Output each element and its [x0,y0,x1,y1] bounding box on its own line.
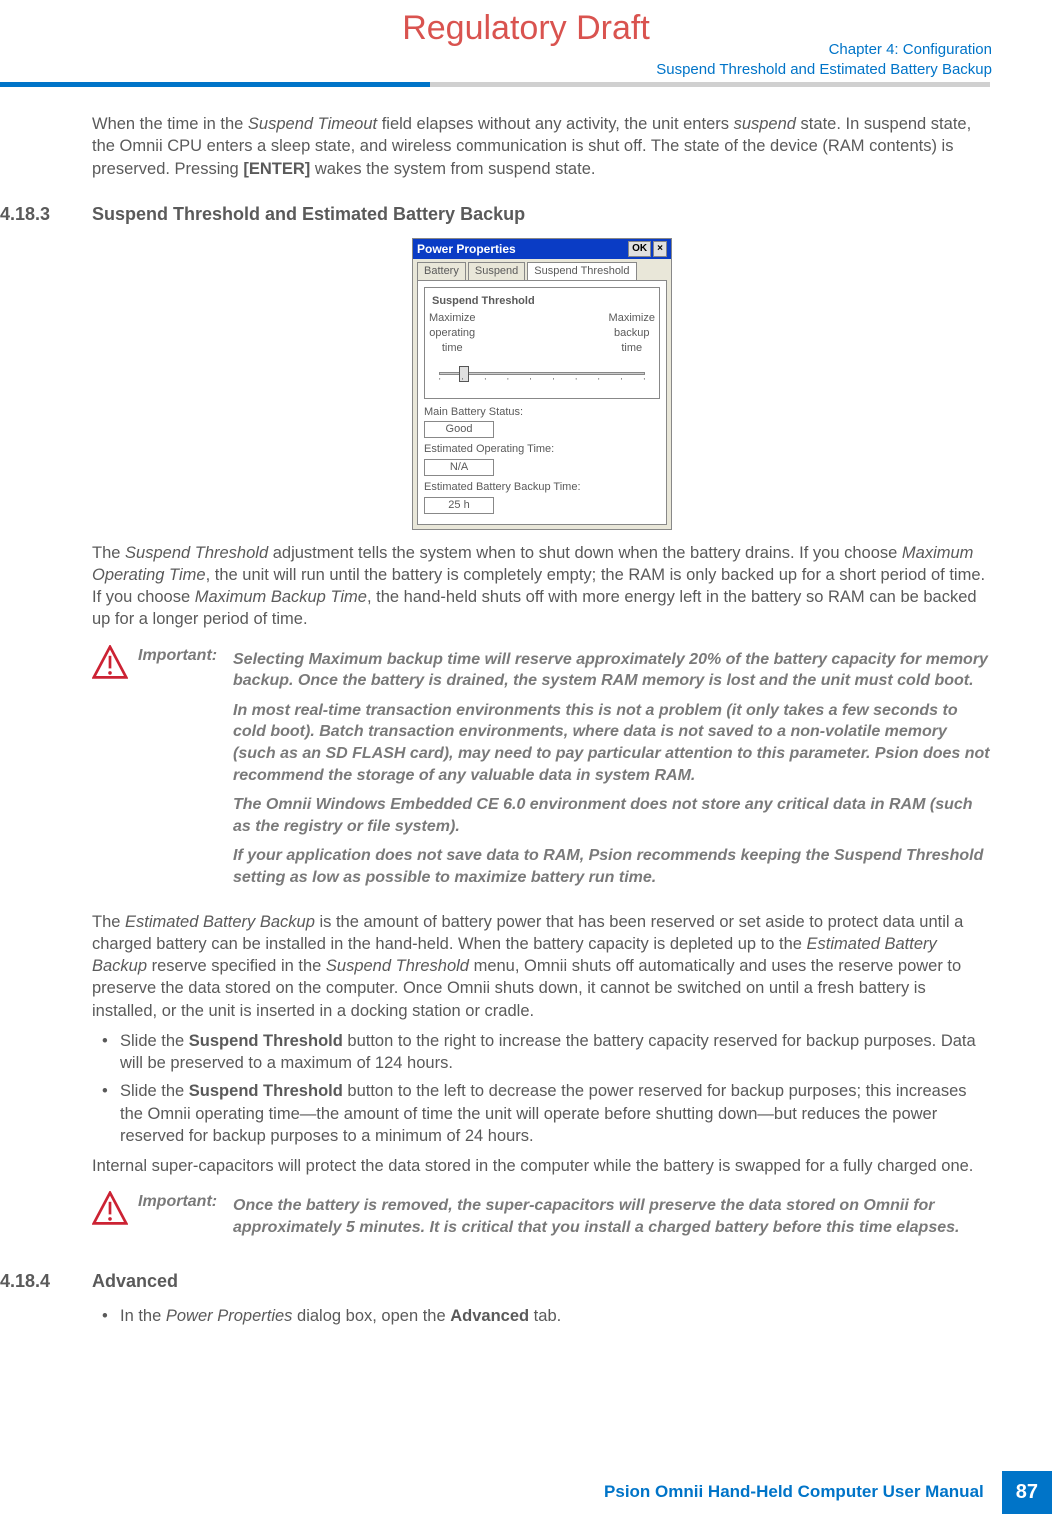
important1-p3: The Omnii Windows Embedded CE 6.0 enviro… [233,794,992,837]
warning-icon [92,1191,128,1227]
section-heading-4183: 4.18.3 Suspend Threshold and Estimated B… [0,202,992,226]
super-capacitor-paragraph: Internal super-capacitors will protect t… [92,1155,992,1177]
dialog-titlebar: Power Properties OK × [413,239,671,259]
est-backup-time-value: 25 h [424,497,494,514]
maximize-operating-label: Maximize operating time [429,311,475,356]
important1-p2: In most real-time transaction environmen… [233,700,992,786]
list-item: In the Power Properties dialog box, open… [92,1305,992,1327]
header-gray-rule [430,82,990,87]
threshold-slider[interactable]: '''''''''' [429,364,655,388]
important-label: Important: [138,1191,233,1246]
slide-instructions-list: Slide the Suspend Threshold button to th… [92,1030,992,1147]
estimated-backup-paragraph: The Estimated Battery Backup is the amou… [92,911,992,1022]
important-callout-1: Important: Selecting Maximum backup time… [92,645,992,897]
est-backup-time-label: Estimated Battery Backup Time: [424,480,660,495]
dialog-body: Suspend Threshold Maximize operating tim… [417,280,667,524]
tab-suspend[interactable]: Suspend [468,262,525,280]
important1-p4: If your application does not save data t… [233,845,992,888]
section-number: 4.18.3 [0,202,92,226]
est-operating-time-value: N/A [424,459,494,476]
page-header: Chapter 4: Configuration Suspend Thresho… [656,40,992,81]
intro-paragraph: When the time in the Suspend Timeout fie… [92,113,992,180]
close-button[interactable]: × [653,241,667,257]
header-section: Suspend Threshold and Estimated Battery … [656,60,992,80]
power-properties-dialog: Power Properties OK × Battery Suspend Su… [412,238,672,529]
warning-icon [92,645,128,681]
advanced-instructions-list: In the Power Properties dialog box, open… [92,1305,992,1327]
main-battery-status-label: Main Battery Status: [424,405,660,420]
ok-button[interactable]: OK [628,241,651,257]
important1-p1: Selecting Maximum backup time will reser… [233,649,992,692]
est-operating-time-label: Estimated Operating Time: [424,442,660,457]
important-callout-2: Important: Once the battery is removed, … [92,1191,992,1246]
header-blue-rule [0,82,430,87]
section-number: 4.18.4 [0,1269,92,1293]
fieldset-legend: Suspend Threshold [429,294,538,309]
header-chapter: Chapter 4: Configuration [656,40,992,60]
dialog-title: Power Properties [417,241,516,257]
section-heading-4184: 4.18.4 Advanced [0,1269,992,1293]
footer-manual-title: Psion Omnii Hand-Held Computer User Manu… [604,1481,984,1504]
page-footer: Psion Omnii Hand-Held Computer User Manu… [604,1471,1052,1514]
page-number: 87 [1002,1471,1052,1514]
important-label: Important: [138,645,233,897]
dialog-tabs: Battery Suspend Suspend Threshold [413,259,671,280]
main-battery-status-value: Good [424,421,494,438]
important2-text: Once the battery is removed, the super-c… [233,1195,992,1238]
tab-battery[interactable]: Battery [417,262,466,280]
list-item: Slide the Suspend Threshold button to th… [92,1030,992,1075]
section-title: Suspend Threshold and Estimated Battery … [92,202,525,226]
suspend-threshold-fieldset: Suspend Threshold Maximize operating tim… [424,287,660,398]
tab-suspend-threshold[interactable]: Suspend Threshold [527,262,636,280]
list-item: Slide the Suspend Threshold button to th… [92,1080,992,1147]
maximize-backup-label: Maximize backup time [609,311,655,356]
suspend-threshold-paragraph: The Suspend Threshold adjustment tells t… [92,542,992,631]
section-title: Advanced [92,1269,178,1293]
